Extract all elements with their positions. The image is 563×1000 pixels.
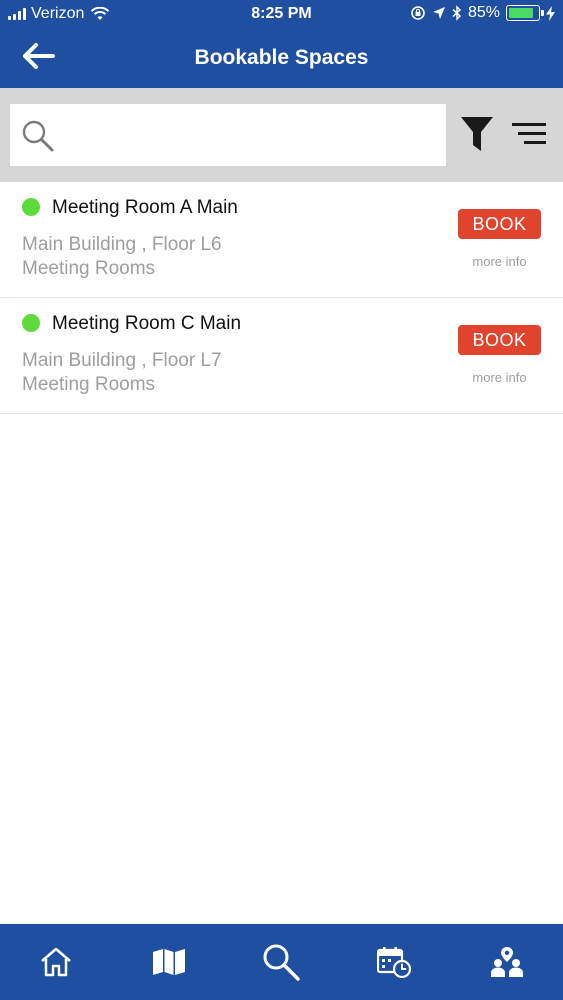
app-header: Bookable Spaces	[0, 30, 563, 88]
more-info-link[interactable]: more info	[458, 254, 541, 269]
filter-icon	[461, 117, 493, 151]
space-name: Meeting Room C Main	[52, 313, 242, 334]
list-item[interactable]: Meeting Room C Main Main Building , Floo…	[0, 298, 563, 414]
book-button[interactable]: BOOK	[458, 209, 541, 239]
battery-fill	[509, 8, 533, 18]
space-location: Main Building , Floor L7	[22, 350, 222, 371]
nav-bookings[interactable]	[364, 932, 424, 992]
book-button[interactable]: BOOK	[458, 325, 541, 355]
screen-lock-icon	[411, 6, 425, 20]
battery-icon	[506, 5, 544, 21]
page-title: Bookable Spaces	[194, 46, 369, 69]
space-location: Main Building , Floor L6	[22, 234, 222, 255]
status-right: 85%	[410, 4, 555, 22]
sort-icon	[512, 123, 546, 144]
wifi-icon	[91, 7, 110, 20]
bluetooth-icon	[452, 5, 462, 21]
calendar-clock-icon	[377, 947, 412, 978]
status-left: Verizon	[8, 5, 110, 23]
space-category: Meeting Rooms	[22, 374, 156, 395]
list-item[interactable]: Meeting Room A Main Main Building , Floo…	[0, 182, 563, 298]
availability-indicator	[22, 198, 40, 216]
more-info-link[interactable]: more info	[458, 370, 541, 385]
nav-map[interactable]	[139, 932, 199, 992]
search-box[interactable]	[10, 104, 446, 166]
status-bar: Verizon 8:25 PM 85%	[0, 0, 563, 30]
nav-home[interactable]	[26, 932, 86, 992]
bottom-nav	[0, 924, 563, 1000]
signal-icon	[8, 8, 26, 20]
nav-search[interactable]	[251, 932, 311, 992]
map-icon	[152, 949, 185, 975]
battery-percent: 85%	[467, 4, 500, 21]
top-bar: Verizon 8:25 PM 85% Bookable Spaces	[0, 0, 563, 88]
availability-indicator	[22, 314, 40, 332]
home-icon	[41, 947, 72, 977]
spaces-list: Meeting Room A Main Main Building , Floo…	[0, 182, 563, 414]
back-arrow-icon	[23, 43, 55, 69]
back-button[interactable]	[20, 42, 60, 72]
carrier-label: Verizon	[31, 5, 85, 22]
location-arrow-icon	[432, 7, 445, 19]
filter-button[interactable]	[460, 116, 494, 157]
search-bar	[0, 88, 563, 182]
sort-button[interactable]	[512, 122, 546, 151]
space-category: Meeting Rooms	[22, 258, 156, 279]
search-input[interactable]	[68, 114, 438, 156]
nav-people[interactable]	[477, 932, 537, 992]
charging-icon	[546, 5, 555, 21]
search-icon	[263, 944, 301, 981]
search-icon	[22, 120, 54, 152]
space-name: Meeting Room A Main	[52, 197, 238, 218]
people-location-icon	[490, 947, 523, 977]
